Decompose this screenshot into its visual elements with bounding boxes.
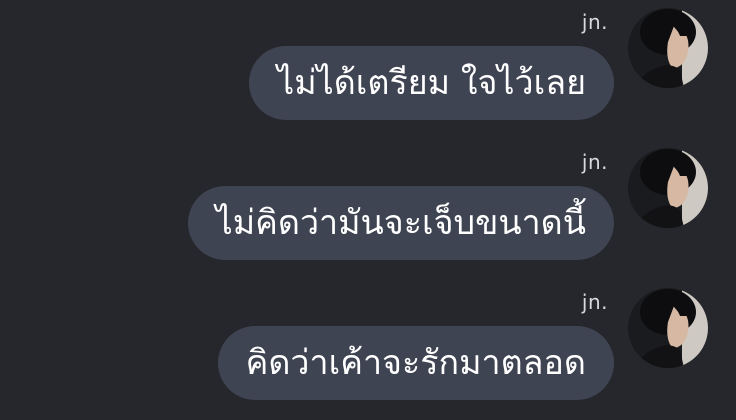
message-bubble[interactable]: ไม่ได้เตรียม ใจไว้เลย: [249, 46, 614, 120]
message-bubble[interactable]: คิดว่าเค้าจะรักมาตลอด: [217, 326, 614, 400]
chat-thread: jn. ไม่ได้เตรียม ใจไว้เลย jn. ไม่คิดว่าม…: [0, 0, 736, 418]
profile-photo-icon: [628, 148, 708, 228]
avatar[interactable]: [628, 148, 708, 228]
message-bubble[interactable]: ไม่คิดว่ามันจะเจ็บขนาดนี้: [187, 186, 614, 260]
avatar[interactable]: [628, 288, 708, 368]
message-row: jn. คิดว่าเค้าจะรักมาตลอด: [0, 280, 736, 420]
sender-name: jn.: [581, 10, 608, 34]
profile-photo-icon: [628, 8, 708, 88]
sender-name: jn.: [581, 150, 608, 174]
sender-name: jn.: [581, 290, 608, 314]
profile-photo-icon: [628, 288, 708, 368]
avatar[interactable]: [628, 8, 708, 88]
message-row: jn. ไม่คิดว่ามันจะเจ็บขนาดนี้: [0, 140, 736, 280]
message-row: jn. ไม่ได้เตรียม ใจไว้เลย: [0, 0, 736, 140]
